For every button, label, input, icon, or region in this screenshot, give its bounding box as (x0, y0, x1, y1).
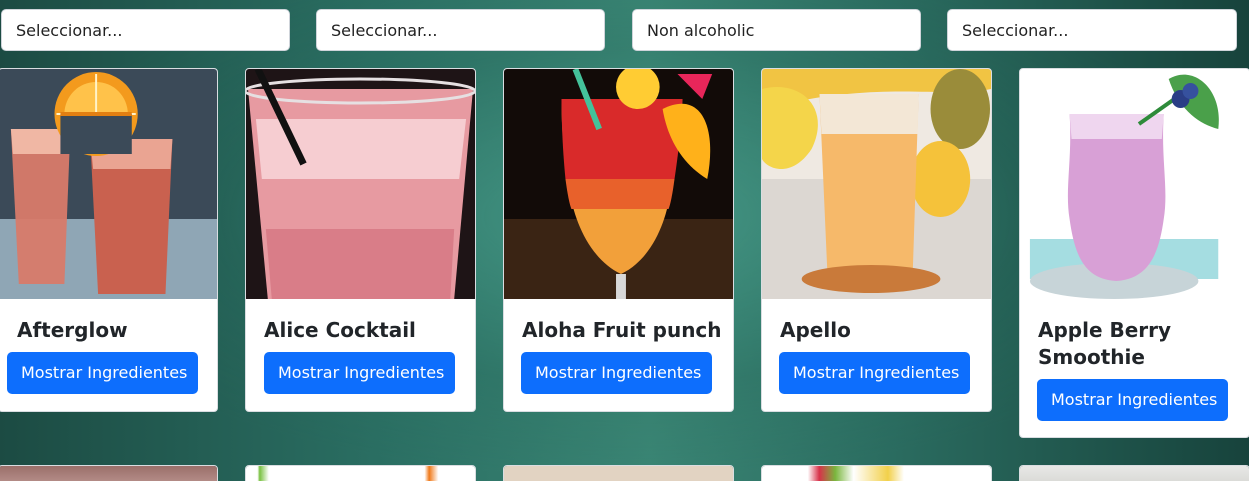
drink-card-aloha-fruit-punch: Aloha Fruit punch Mostrar Ingredientes (503, 68, 734, 412)
show-ingredients-button[interactable]: Mostrar Ingredientes (7, 352, 198, 394)
drink-card-partial (761, 465, 992, 481)
drink-image (0, 69, 217, 299)
drink-card-apello: Apello Mostrar Ingredientes (761, 68, 992, 412)
drink-card-partial (0, 465, 218, 481)
drink-name: Apple Berry Smoothie (1038, 318, 1172, 369)
drink-card-afterglow: Afterglow Mostrar Ingredientes (0, 68, 218, 412)
drink-card-partial (245, 465, 476, 481)
filter-select-2[interactable]: Seleccionar... (316, 9, 605, 51)
drink-image (762, 69, 991, 299)
drink-name: Apello (780, 318, 851, 342)
drink-card-alice-cocktail: Alice Cocktail Mostrar Ingredientes (245, 68, 476, 412)
show-ingredients-button[interactable]: Mostrar Ingredientes (264, 352, 455, 394)
drink-image (246, 69, 475, 299)
show-ingredients-button[interactable]: Mostrar Ingredientes (779, 352, 970, 394)
filter-select-4-value: Seleccionar... (962, 20, 1069, 40)
show-ingredients-button[interactable]: Mostrar Ingredientes (1037, 379, 1228, 421)
filter-select-1-value: Seleccionar... (16, 20, 123, 40)
filter-select-alcohol-value: Non alcoholic (647, 20, 755, 40)
drink-name: Aloha Fruit punch (522, 318, 722, 342)
filter-select-alcohol[interactable]: Non alcoholic (632, 9, 921, 51)
drink-card-partial (1019, 465, 1249, 481)
filter-select-2-value: Seleccionar... (331, 20, 438, 40)
drink-name: Afterglow (17, 318, 128, 342)
show-ingredients-button[interactable]: Mostrar Ingredientes (521, 352, 712, 394)
filter-select-4[interactable]: Seleccionar... (947, 9, 1237, 51)
drink-card-partial (503, 465, 734, 481)
drink-image (504, 69, 733, 299)
filter-select-1[interactable]: Seleccionar... (1, 9, 290, 51)
drink-name: Alice Cocktail (264, 318, 416, 342)
filter-bar: Seleccionar... Seleccionar... Non alcoho… (0, 9, 1249, 51)
drink-card-apple-berry-smoothie: Apple Berry Smoothie Mostrar Ingrediente… (1019, 68, 1249, 438)
drink-image (1020, 69, 1249, 299)
